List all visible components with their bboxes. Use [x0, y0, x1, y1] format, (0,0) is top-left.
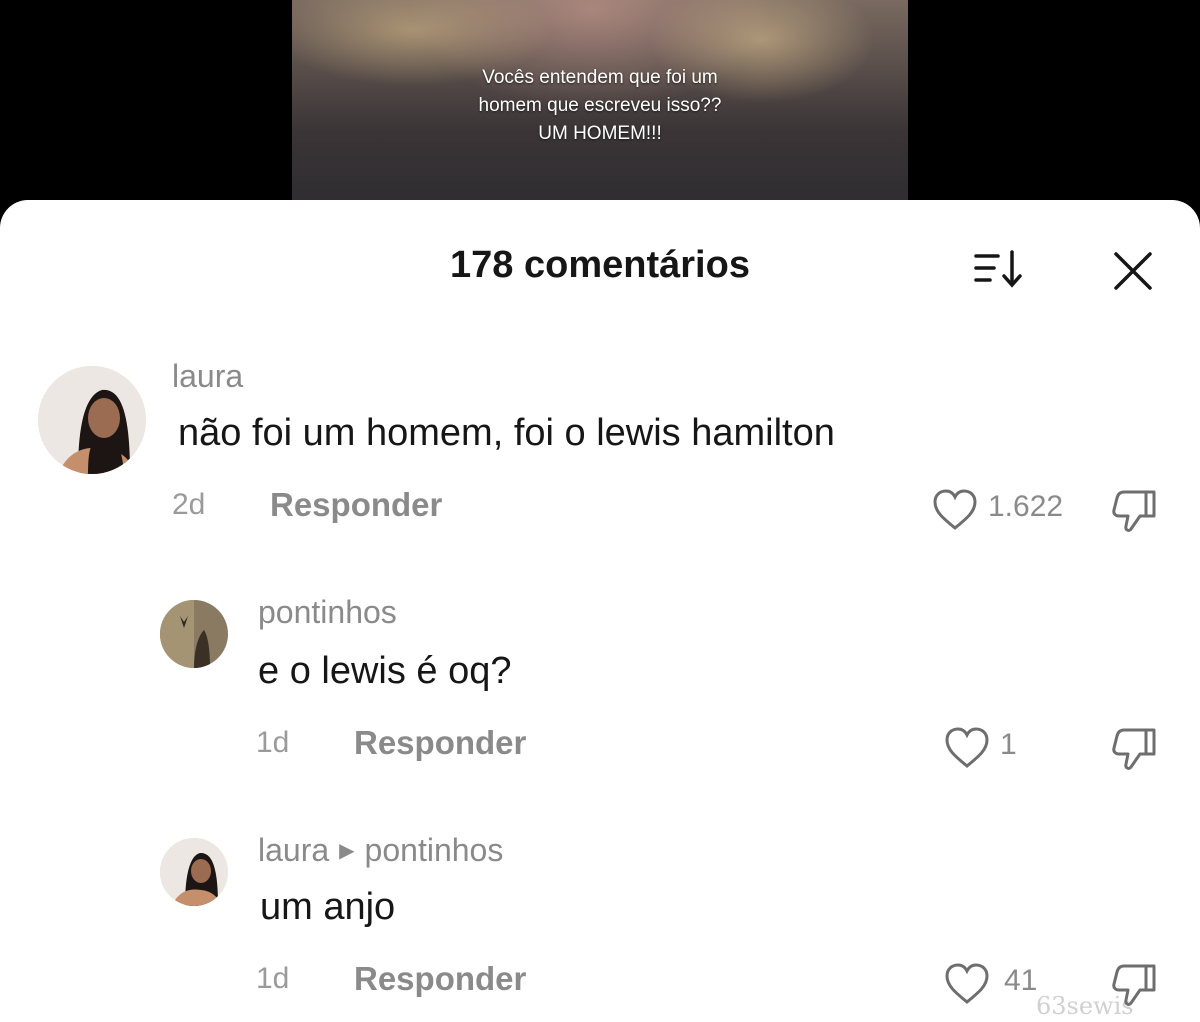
- dislike-icon[interactable]: [1110, 724, 1160, 772]
- sort-icon[interactable]: [970, 248, 1030, 292]
- avatar[interactable]: [160, 600, 228, 668]
- dislike-icon[interactable]: [1110, 486, 1160, 534]
- comment-timestamp: 1d: [256, 962, 290, 995]
- like-count: 41: [1004, 964, 1038, 997]
- avatar[interactable]: [160, 838, 228, 906]
- comment-timestamp: 1d: [256, 726, 290, 759]
- comment-text: e o lewis é oq?: [258, 650, 512, 692]
- reply-button[interactable]: Responder: [270, 486, 442, 524]
- comment-text: não foi um homem, foi o lewis hamilton: [178, 412, 835, 454]
- caption-line: homem que escreveu isso??: [478, 95, 722, 116]
- heart-icon[interactable]: [944, 726, 990, 770]
- heart-icon[interactable]: [932, 488, 978, 532]
- heart-icon[interactable]: [944, 962, 990, 1006]
- comment-text: um anjo: [260, 886, 396, 928]
- like-count: 1: [1000, 728, 1017, 761]
- close-icon[interactable]: [1110, 248, 1156, 294]
- comment-username[interactable]: pontinhos: [258, 594, 397, 631]
- caption-line: Vocês entendem que foi um: [482, 67, 718, 88]
- avatar[interactable]: [38, 366, 146, 474]
- video-caption: Vocês entendem que foi um homem que escr…: [292, 64, 908, 148]
- comment-username: laura ▶ pontinhos: [258, 832, 503, 869]
- reply-arrow-icon: ▶: [339, 840, 355, 862]
- comment-timestamp: 2d: [172, 488, 206, 521]
- caption-line: UM HOMEM!!!: [538, 123, 662, 144]
- reply-to-user[interactable]: pontinhos: [365, 832, 504, 868]
- like-count: 1.622: [988, 490, 1064, 523]
- comment-username[interactable]: laura: [172, 358, 243, 395]
- reply-button[interactable]: Responder: [354, 960, 526, 998]
- watermark: 63sewis: [1036, 992, 1134, 1020]
- reply-button[interactable]: Responder: [354, 724, 526, 762]
- reply-author[interactable]: laura: [258, 832, 329, 868]
